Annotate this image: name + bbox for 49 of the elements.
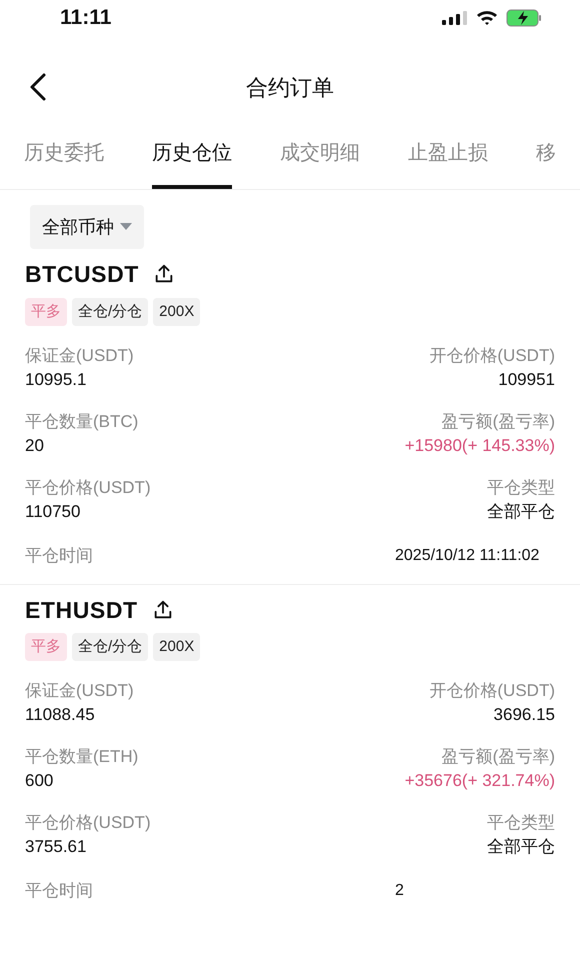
field-label: 平仓数量(BTC) bbox=[25, 410, 138, 432]
tab[interactable]: 成交明细 bbox=[280, 138, 360, 189]
tab[interactable]: 止盈止损 bbox=[408, 138, 488, 189]
order-tag: 平多 bbox=[25, 633, 67, 661]
field-value: 10995.1 bbox=[25, 368, 88, 390]
field-value: 11088.45 bbox=[25, 704, 96, 726]
field-value: 109951 bbox=[498, 368, 555, 390]
order-tag: 全仓/分仓 bbox=[72, 298, 148, 326]
symbol-title: BTCUSDT bbox=[25, 260, 139, 289]
field-label: 保证金(USDT) bbox=[25, 344, 134, 366]
order-tag: 200X bbox=[153, 298, 200, 326]
field-value: +35676(+ 321.74%) bbox=[404, 770, 555, 792]
filter-dropdown[interactable]: 全部币种 bbox=[30, 205, 144, 249]
field-value: 110750 bbox=[25, 500, 82, 522]
field-value: 3696.15 bbox=[494, 704, 555, 726]
signal-icon bbox=[442, 11, 468, 25]
field-label: 平仓时间 bbox=[25, 880, 93, 902]
caret-icon bbox=[120, 223, 132, 231]
order-tag: 平多 bbox=[25, 298, 67, 326]
field-value: 2 bbox=[395, 881, 404, 901]
tab[interactable]: 历史委托 bbox=[24, 138, 104, 189]
order-tag: 200X bbox=[153, 633, 200, 661]
field-value: +15980(+ 145.33%) bbox=[404, 434, 555, 456]
tab[interactable]: 历史仓位 bbox=[152, 138, 232, 189]
back-icon[interactable] bbox=[28, 72, 48, 102]
field-label: 开仓价格(USDT) bbox=[429, 344, 555, 366]
field-value: 600 bbox=[25, 770, 54, 792]
tab[interactable]: 移 bbox=[536, 138, 556, 189]
field-value: 全部平仓 bbox=[487, 500, 555, 522]
field-label: 平仓价格(USDT) bbox=[25, 812, 151, 834]
field-label: 平仓类型 bbox=[487, 476, 555, 498]
field-value: 全部平仓 bbox=[487, 836, 555, 858]
symbol-title: ETHUSDT bbox=[25, 596, 138, 624]
field-label: 平仓类型 bbox=[487, 812, 555, 834]
battery-charging-icon bbox=[506, 9, 542, 27]
field-label: 盈亏额(盈亏率) bbox=[442, 746, 555, 768]
field-value: 2025/10/12 11:11:02 bbox=[395, 546, 540, 566]
status-time: 11:11 bbox=[60, 5, 112, 32]
page-title: 合约订单 bbox=[246, 74, 334, 102]
field-label: 开仓价格(USDT) bbox=[429, 680, 555, 702]
field-value: 3755.61 bbox=[25, 836, 88, 858]
wifi-icon bbox=[476, 10, 498, 26]
field-label: 平仓价格(USDT) bbox=[25, 476, 151, 498]
field-label: 平仓时间 bbox=[25, 544, 93, 566]
field-value: 20 bbox=[25, 434, 45, 456]
field-label: 平仓数量(ETH) bbox=[25, 746, 138, 768]
field-label: 盈亏额(盈亏率) bbox=[442, 410, 555, 432]
order-tag: 全仓/分仓 bbox=[72, 633, 148, 661]
field-label: 保证金(USDT) bbox=[25, 680, 134, 702]
